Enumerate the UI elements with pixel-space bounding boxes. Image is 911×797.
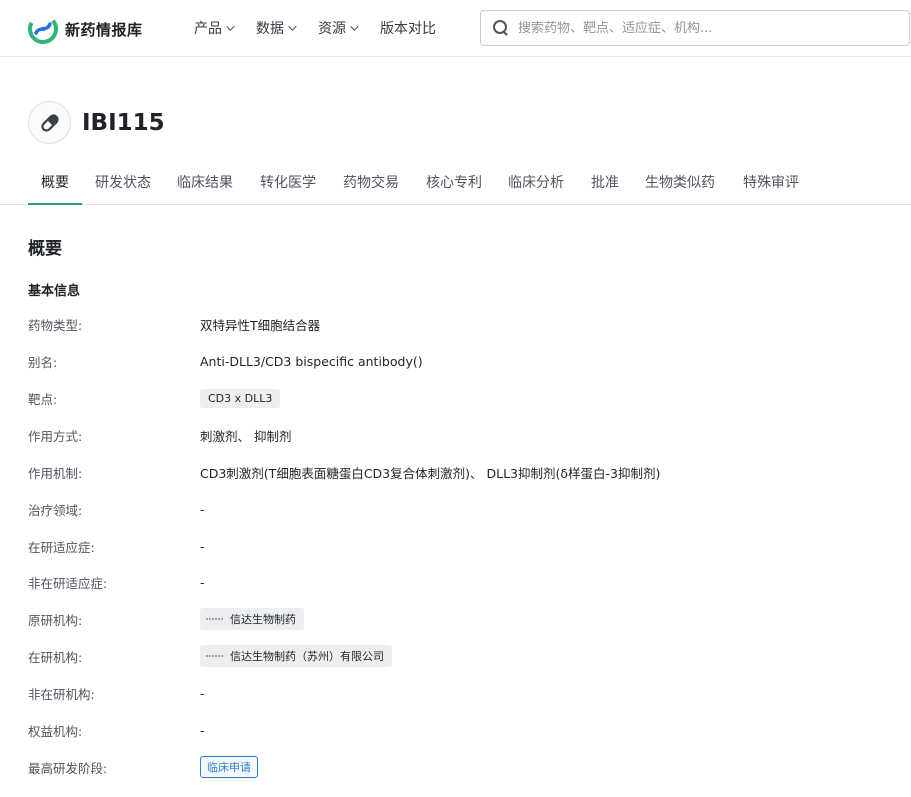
field-therapeutic-area: 治疗领域: - — [28, 497, 205, 521]
field-value: - — [200, 501, 205, 517]
search-box[interactable] — [480, 10, 910, 46]
field-value: CD3刺激剂(T细胞表面糖蛋白CD3复合体刺激剂)、 DLL3抑制剂(δ样蛋白-… — [200, 465, 661, 481]
chevron-down-icon — [288, 22, 297, 31]
nav-products[interactable]: 产品 — [194, 18, 235, 38]
field-alias: 别名: Anti-DLL3/CD3 bispecific antibody() — [28, 349, 423, 373]
drug-avatar — [28, 101, 71, 144]
drug-header: IBI115 — [28, 101, 165, 144]
active-org-tag[interactable]: 信达生物制药（苏州）有限公司 — [200, 645, 392, 667]
field-value: - — [200, 685, 205, 701]
nav-version-compare-label: 版本对比 — [380, 21, 436, 37]
field-value: 刺激剂、 抑制剂 — [200, 428, 292, 444]
field-mechanism: 作用机制: CD3刺激剂(T细胞表面糖蛋白CD3复合体刺激剂)、 DLL3抑制剂… — [28, 460, 660, 484]
tab-biosimilars[interactable]: 生物类似药 — [645, 163, 715, 204]
brand-logo[interactable]: 新药情报库 — [27, 13, 143, 45]
field-label: 非在研机构: — [28, 686, 95, 702]
chevron-down-icon — [226, 22, 235, 31]
org-logo-icon — [206, 616, 224, 623]
field-label: 原研机构: — [28, 612, 83, 628]
main-nav: 产品 数据 资源 版本对比 — [194, 18, 460, 38]
tab-special-review[interactable]: 特殊审评 — [743, 163, 799, 204]
tab-rd-status[interactable]: 研发状态 — [95, 163, 151, 204]
brand-name: 新药情报库 — [65, 20, 143, 39]
field-rights-org: 权益机构: - — [28, 718, 205, 742]
target-tag[interactable]: CD3 x DLL3 — [200, 388, 281, 408]
field-value: - — [200, 538, 205, 554]
tab-translational-medicine[interactable]: 转化医学 — [260, 163, 316, 204]
search-input[interactable] — [518, 20, 898, 36]
tab-clinical-analysis[interactable]: 临床分析 — [508, 163, 564, 204]
originator-org-tag[interactable]: 信达生物制药 — [200, 608, 304, 630]
nav-version-compare[interactable]: 版本对比 — [380, 18, 436, 38]
field-inactive-indication: 非在研适应症: - — [28, 570, 205, 594]
field-action-mode: 作用方式: 刺激剂、 抑制剂 — [28, 423, 291, 447]
field-label: 作用方式: — [28, 428, 83, 444]
page-title: IBI115 — [82, 109, 165, 136]
field-highest-phase: 最高研发阶段: 临床申请 — [28, 755, 258, 779]
tab-approval[interactable]: 批准 — [591, 163, 619, 204]
nav-data[interactable]: 数据 — [256, 18, 297, 38]
field-originator: 原研机构: 信达生物制药 — [28, 607, 304, 631]
tab-drug-deals[interactable]: 药物交易 — [343, 163, 399, 204]
nav-resources-label: 资源 — [318, 21, 346, 37]
field-label: 治疗领域: — [28, 502, 83, 518]
field-value: 双特异性T细胞结合器 — [200, 317, 321, 333]
tab-bar: 概要 研发状态 临床结果 转化医学 药物交易 核心专利 临床分析 批准 生物类似… — [0, 163, 911, 205]
chevron-down-icon — [350, 22, 359, 31]
search-icon[interactable] — [493, 20, 509, 36]
field-label: 最高研发阶段: — [28, 760, 108, 776]
org-name: 信达生物制药 — [230, 613, 296, 626]
field-drug-type: 药物类型: 双特异性T细胞结合器 — [28, 312, 320, 336]
nav-products-label: 产品 — [194, 21, 222, 37]
field-label: 作用机制: — [28, 465, 83, 481]
field-label: 在研适应症: — [28, 539, 95, 555]
field-inactive-org: 非在研机构: - — [28, 681, 205, 705]
field-label: 非在研适应症: — [28, 575, 108, 591]
field-label: 靶点: — [28, 391, 58, 407]
field-value: Anti-DLL3/CD3 bispecific antibody() — [200, 353, 423, 369]
pill-icon — [40, 113, 59, 132]
field-value: - — [200, 722, 205, 738]
field-label: 药物类型: — [28, 317, 83, 333]
field-value: - — [200, 574, 205, 590]
field-label: 在研机构: — [28, 649, 83, 665]
nav-data-label: 数据 — [256, 21, 284, 37]
field-active-indication: 在研适应症: - — [28, 534, 205, 558]
section-title: 概要 — [28, 239, 62, 259]
nav-resources[interactable]: 资源 — [318, 18, 359, 38]
tab-core-patents[interactable]: 核心专利 — [426, 163, 482, 204]
field-label: 别名: — [28, 354, 58, 370]
org-name: 信达生物制药（苏州）有限公司 — [230, 650, 384, 663]
phase-badge[interactable]: 临床申请 — [200, 756, 258, 778]
org-logo-icon — [206, 653, 224, 660]
tab-overview[interactable]: 概要 — [28, 163, 82, 205]
field-label: 权益机构: — [28, 723, 83, 739]
field-target: 靶点: CD3 x DLL3 — [28, 386, 281, 410]
basic-info-title: 基本信息 — [28, 284, 81, 299]
top-navbar: 新药情报库 产品 数据 资源 版本对比 — [0, 0, 911, 57]
field-active-org: 在研机构: 信达生物制药（苏州）有限公司 — [28, 644, 392, 668]
tab-clinical-results[interactable]: 临床结果 — [177, 163, 233, 204]
logo-icon — [28, 14, 58, 44]
